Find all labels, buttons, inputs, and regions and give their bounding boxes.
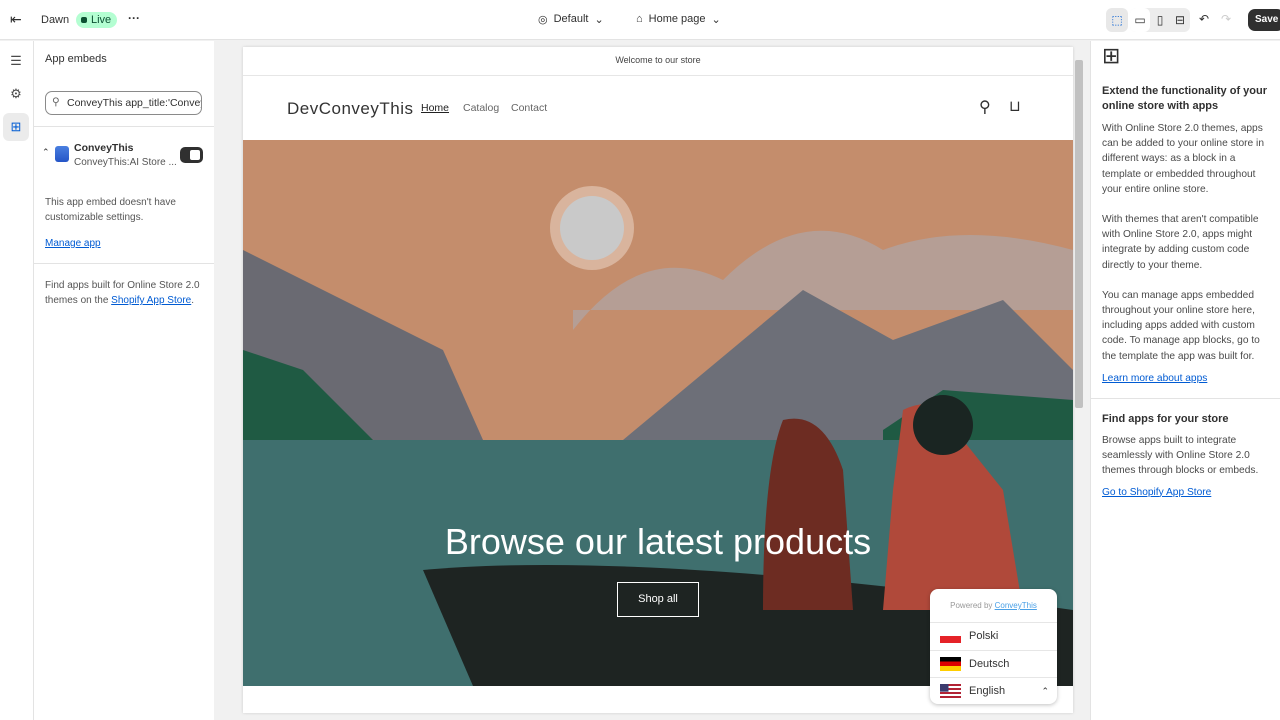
gear-icon[interactable]: ⚙: [3, 80, 29, 108]
chevron-down-icon: ⌄: [594, 14, 604, 26]
store-preview: Welcome to our store DevConveyThis Home …: [243, 47, 1073, 713]
conveythis-logo-icon: [55, 146, 69, 162]
help-paragraph: Browse apps built to integrate seamlessl…: [1102, 435, 1259, 477]
live-badge: Live: [76, 12, 118, 28]
inspector-button[interactable]: ⬚: [1106, 8, 1128, 32]
app-enable-toggle[interactable]: [180, 147, 203, 163]
powered-prefix: Powered by: [950, 601, 995, 610]
chevron-down-icon: ⌄: [711, 14, 721, 26]
language-option-polski[interactable]: Polski: [930, 622, 1057, 650]
shopify-app-store-link[interactable]: Shopify App Store: [111, 295, 191, 306]
live-label: Live: [91, 14, 112, 26]
theme-name: Dawn: [41, 14, 70, 26]
exit-icon[interactable]: ⇤: [10, 11, 22, 28]
apps-icon[interactable]: ⊞: [3, 113, 29, 141]
search-input[interactable]: ⚲ ConveyThis app_title:'ConveyThis': [45, 91, 202, 115]
search-icon: ⚲: [52, 96, 60, 108]
globe-icon: ◎: [538, 14, 548, 26]
mobile-icon[interactable]: ▯: [1150, 8, 1170, 32]
nav-catalog[interactable]: Catalog: [463, 102, 499, 114]
app-subtitle: ConveyThis:AI Store ...: [74, 157, 177, 168]
language-option-english[interactable]: English ⌃: [930, 677, 1057, 704]
find-apps-text: Find apps built for Online Store 2.0 the…: [45, 278, 205, 308]
help-paragraph: With Online Store 2.0 themes, apps can b…: [1102, 123, 1264, 195]
language-switcher: Powered by ConveyThis Polski Deutsch Eng…: [930, 589, 1057, 704]
preview-scrollbar[interactable]: [1075, 60, 1083, 408]
store-logo[interactable]: DevConveyThis: [287, 99, 414, 119]
page-select-label: Home page: [648, 13, 706, 25]
conveythis-link[interactable]: ConveyThis: [995, 601, 1037, 610]
hero-heading: Browse our latest products: [444, 521, 872, 562]
learn-more-link[interactable]: Learn more about apps: [1102, 371, 1269, 386]
shop-all-button[interactable]: Shop all: [617, 582, 699, 617]
chevron-up-icon: ⌃: [1041, 685, 1049, 696]
shopify-app-store-link[interactable]: Go to Shopify App Store: [1102, 485, 1269, 500]
panel-title: App embeds: [45, 53, 107, 65]
language-label: English: [969, 685, 1006, 698]
cart-icon[interactable]: ⊔: [1009, 97, 1021, 115]
search-value: ConveyThis app_title:'ConveyThis': [67, 97, 201, 109]
home-icon: ⌂: [636, 13, 643, 25]
redo-icon[interactable]: ↷: [1221, 12, 1231, 26]
more-button[interactable]: ···: [128, 11, 140, 25]
viewport-toggle: ▭ ▯ ⊟: [1130, 8, 1190, 32]
sections-icon[interactable]: ☰: [3, 47, 29, 75]
find-apps-suffix: .: [191, 295, 194, 306]
nav-contact[interactable]: Contact: [511, 102, 547, 114]
desktop-icon[interactable]: ▭: [1130, 8, 1150, 32]
powered-by: Powered by ConveyThis: [930, 589, 1057, 622]
search-icon[interactable]: ⚲: [979, 97, 991, 117]
announcement-bar: Welcome to our store: [243, 47, 1073, 76]
manage-app-link[interactable]: Manage app: [45, 238, 101, 249]
germany-flag-icon: [940, 656, 961, 671]
template-select[interactable]: ◎ Default ⌄: [538, 13, 604, 26]
top-bar: ⇤ Dawn Live ··· ◎ Default ⌄ ⌂ Home page ⌄ ⬚ …: [0, 0, 1280, 40]
chevron-up-icon[interactable]: ⌃: [42, 147, 50, 158]
no-settings-text: This app embed doesn't have customizable…: [45, 197, 176, 223]
help-heading: Extend the functionality of your online …: [1102, 85, 1268, 112]
poland-flag-icon: [940, 629, 961, 644]
app-name: ConveyThis: [74, 142, 134, 154]
help-panel: ⊞ Extend the functionality of your onlin…: [1090, 41, 1280, 720]
panel-scrollbar[interactable]: [214, 78, 226, 720]
language-label: Polski: [969, 630, 999, 643]
page-select[interactable]: ⌂ Home page ⌄: [636, 13, 721, 26]
help-paragraph: You can manage apps embedded throughout …: [1102, 289, 1260, 362]
language-option-deutsch[interactable]: Deutsch: [930, 649, 1057, 678]
select-cursor-icon: ⬚: [1111, 13, 1123, 27]
us-flag-icon: [940, 684, 961, 699]
save-button[interactable]: Save: [1248, 9, 1280, 31]
help-paragraph: With themes that aren't compatible with …: [1102, 214, 1259, 271]
app-embeds-panel: App embeds ⚲ ConveyThis app_title:'Convey…: [34, 41, 214, 720]
template-select-label: Default: [553, 13, 589, 25]
language-label: Deutsch: [969, 657, 1010, 670]
icon-rail: ☰ ⚙ ⊞: [0, 41, 34, 720]
nav-home[interactable]: Home: [421, 102, 449, 114]
apps-add-icon: ⊞: [1102, 43, 1121, 68]
fullscreen-icon[interactable]: ⊟: [1170, 8, 1190, 32]
find-apps-heading: Find apps for your store: [1102, 413, 1229, 426]
undo-icon[interactable]: ↶: [1199, 12, 1209, 26]
